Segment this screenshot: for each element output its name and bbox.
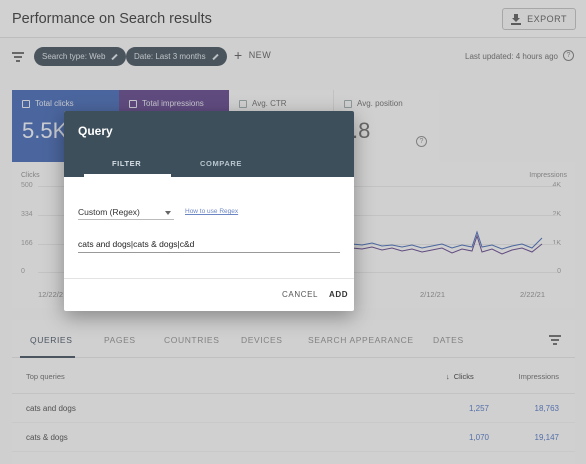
search-console-page: Performance on Search results EXPORT Sea… xyxy=(0,0,586,464)
cancel-button[interactable]: CANCEL xyxy=(282,290,318,299)
tab-compare[interactable]: COMPARE xyxy=(200,159,242,168)
chevron-down-icon xyxy=(165,211,171,215)
dialog-footer: CANCEL ADD xyxy=(64,278,354,311)
dialog-title: Query xyxy=(78,124,113,138)
select-value: Custom (Regex) xyxy=(78,207,140,217)
regex-input[interactable] xyxy=(78,235,340,253)
active-tab-indicator xyxy=(84,174,171,177)
dialog-header: Query FILTER COMPARE xyxy=(64,111,354,177)
match-type-select[interactable]: Custom (Regex) xyxy=(78,204,174,220)
add-button[interactable]: ADD xyxy=(329,290,348,299)
tab-filter[interactable]: FILTER xyxy=(112,159,141,168)
query-filter-dialog: Query FILTER COMPARE Custom (Regex) How … xyxy=(64,111,354,311)
regex-help-link[interactable]: How to use Regex xyxy=(185,208,238,215)
